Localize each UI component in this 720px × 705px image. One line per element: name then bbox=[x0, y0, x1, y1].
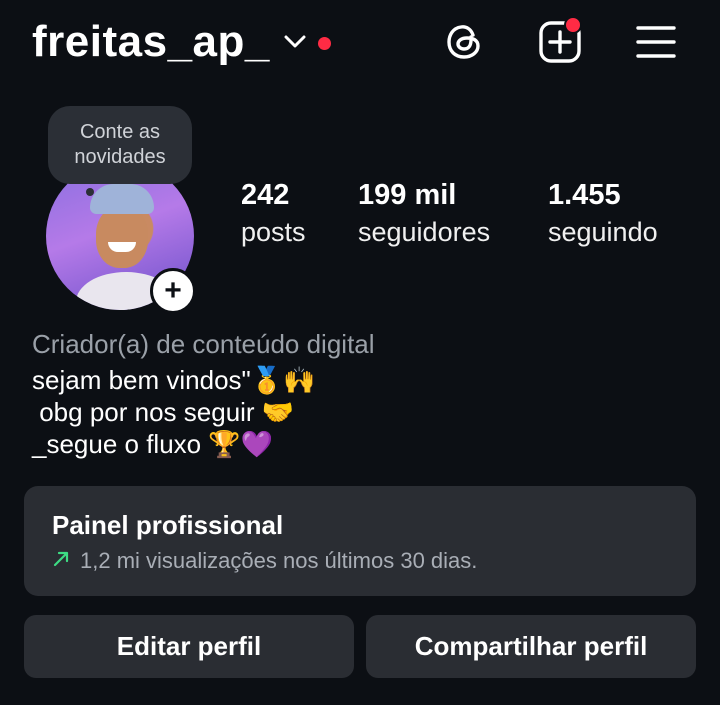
bio-line: _segue o fluxo 🏆💜 bbox=[32, 429, 274, 459]
followers-label: seguidores bbox=[358, 217, 491, 247]
trend-up-arrow-icon bbox=[52, 548, 70, 574]
add-story-plus-icon[interactable]: + bbox=[150, 268, 196, 314]
threads-icon[interactable] bbox=[440, 18, 488, 66]
avatar-cap bbox=[90, 184, 154, 214]
professional-dashboard-stats: 1,2 mi visualizações nos últimos 30 dias… bbox=[52, 548, 477, 574]
bio-line: obg por nos seguir 🤝 bbox=[32, 397, 295, 427]
account-switcher[interactable]: freitas_ap_ bbox=[32, 18, 331, 66]
top-bar: freitas_ap_ bbox=[0, 0, 720, 84]
new-post-badge bbox=[564, 16, 582, 34]
chevron-down-icon[interactable] bbox=[284, 35, 306, 54]
posts-count: 242 bbox=[241, 179, 290, 211]
new-post-icon[interactable] bbox=[536, 16, 584, 66]
notification-dot bbox=[317, 36, 331, 50]
note-bubble[interactable]: Conte as novidades bbox=[48, 106, 192, 184]
share-profile-button[interactable]: Compartilhar perfil bbox=[366, 615, 696, 678]
stat-followers[interactable]: 199 mil seguidores bbox=[358, 178, 490, 252]
stat-following[interactable]: 1.455 seguindo bbox=[548, 178, 658, 252]
followers-count: 199 mil bbox=[358, 179, 457, 211]
note-bubble-line2: novidades bbox=[74, 146, 166, 168]
professional-dashboard-subtitle: 1,2 mi visualizações nos últimos 30 dias… bbox=[80, 548, 478, 573]
profile-category: Criador(a) de conteúdo digital bbox=[32, 329, 375, 359]
following-count: 1.455 bbox=[548, 179, 621, 211]
professional-dashboard-card[interactable]: Painel profissional 1,2 mi visualizações… bbox=[24, 486, 696, 596]
posts-label: posts bbox=[241, 217, 306, 247]
note-bubble-line1: Conte as bbox=[79, 121, 161, 143]
bio-line: sejam bem vindos"🥇🙌 bbox=[32, 365, 316, 395]
avatar-face bbox=[96, 206, 148, 268]
following-label: seguindo bbox=[548, 217, 658, 247]
note-bubble-tail bbox=[86, 188, 94, 196]
menu-icon[interactable] bbox=[632, 18, 680, 66]
edit-profile-button[interactable]: Editar perfil bbox=[24, 615, 354, 678]
profile-bio: sejam bem vindos"🥇🙌 obg por nos seguir 🤝… bbox=[32, 364, 316, 460]
username[interactable]: freitas_ap_ bbox=[32, 18, 270, 66]
professional-dashboard-title: Painel profissional bbox=[52, 510, 284, 540]
stat-posts[interactable]: 242 posts bbox=[241, 178, 306, 252]
